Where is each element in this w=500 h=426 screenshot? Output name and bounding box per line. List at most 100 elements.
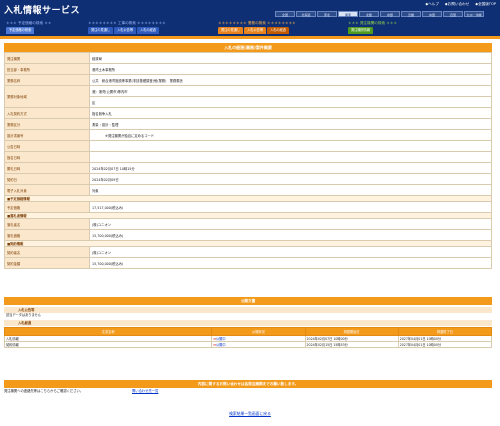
field-label: 電子入札対象 [4, 184, 90, 196]
page-title: 入札の経過(業務)案件概要 [4, 43, 492, 52]
column-header: 掲載開始日 [304, 327, 399, 336]
field-value: 指名競争入札 [89, 107, 492, 119]
region-tab-kyushu[interactable]: 九州・沖縄 [464, 11, 484, 17]
tab-service-result[interactable]: 入札の経過 [267, 27, 289, 34]
result-heading: 入札経過 [4, 320, 492, 326]
field-value: 2024年02月09日 [89, 173, 492, 185]
back-to-results: 検索結果一覧画面に戻る [0, 411, 500, 417]
nav-underline [0, 36, 500, 39]
column-header: 掲載終了日 [397, 327, 493, 336]
detail-row: 電子入札対象 対象 [4, 184, 492, 196]
field-value: 17,517,000(税込み) [89, 201, 492, 213]
region-tab-shikoku[interactable]: 四国 [443, 11, 463, 17]
field-value: 経済局 [89, 52, 492, 64]
national-top-link[interactable]: ◆全国版TOP [475, 2, 496, 7]
no-data-text: 該当データはありません [6, 313, 41, 317]
region-tab-kanto[interactable]: 関東 [338, 11, 358, 17]
tab-construction-result[interactable]: 入札の経過 [137, 27, 159, 34]
field-value: 公共 総合港湾施設等事業(非技基礎調査)他(業務) 業務委託 [89, 74, 492, 86]
detail-row: 予定価格 17,517,000(税込み) [4, 201, 492, 213]
field-label: 業務名称 [4, 74, 90, 86]
region-tab-hokkaido[interactable]: 北海道 [296, 11, 316, 17]
detail-row: 契約者名 (株)ユニオン [4, 246, 492, 258]
nav-group-agency: ＊＊＊ 発注機関の検索 ＊＊＊ 発注機関情報 [348, 20, 397, 34]
search-nav: ＊＊＊ 予定価格の検索 ＊＊ 予定価格の検索 ＊＊＊＊＊＊＊＊ 工事の検索 ＊＊… [0, 18, 500, 36]
field-label: 業務対象地域 [4, 85, 90, 108]
documents-table: 文書名称 公開状況 掲載開始日 掲載終了日 入札情報 ⊟公開中 2024年02月… [3, 327, 493, 348]
tab-construction-outlook[interactable]: 発注の見通し [88, 27, 114, 34]
help-link[interactable]: ◆ヘルプ [425, 2, 439, 7]
contact-link[interactable]: ◆お問い合わせ [445, 2, 469, 7]
public-docs-title: 公開文書 [4, 297, 492, 305]
tab-service-outlook[interactable]: 発注の見通し [218, 27, 244, 34]
region-tab-chugoku[interactable]: 中国 [422, 11, 442, 17]
contact-title: 内容に関するお問い合わせは各発注機関までお願い致します。 [4, 380, 492, 388]
detail-row: 落札者名 (株)ユニオン [4, 218, 492, 230]
field-label: 業務区分 [4, 118, 90, 130]
tab-price-search[interactable]: 予定価格の検索 [6, 27, 35, 34]
field-label: 発注機関 [4, 52, 90, 64]
column-header: 文書名称 [3, 327, 213, 336]
field-value: 対象 [89, 184, 492, 196]
field-value: 15,700,000(税込み) [89, 257, 492, 269]
nav-group-title: ＊＊＊ 発注機関の検索 ＊＊＊ [348, 21, 398, 25]
nav-group-title: ＊＊＊ 予定価格の検索 ＊＊ [6, 21, 52, 25]
field-label: 入札契約方式 [4, 107, 90, 119]
detail-row: 設計書番号 ※発注機関が独自に定めるコード [4, 129, 492, 141]
field-label: 設計書番号 [4, 129, 90, 141]
field-value: (株)ユニオン [89, 246, 492, 258]
public-docs-section: 公開文書 入札公告等 該当データはありません 入札経過 文書名称 公開状況 掲載… [3, 297, 493, 348]
detail-row: 契約金額 15,700,000(税込み) [4, 257, 492, 269]
detail-row: 発注機関 経済局 [4, 52, 492, 64]
field-label: 開札日時 [4, 162, 90, 174]
nav-group-service: ＊＊＊＊＊＊＊＊ 業務の検索 ＊＊＊＊＊＊＊＊ 発注の見通し 入札公告等 入札の… [218, 20, 296, 34]
region-tab-hokuriku[interactable]: 北陸 [359, 11, 379, 17]
field-label: 担当部・事務所 [4, 63, 90, 75]
detail-row: 開札日時 2024年02月07日 10時15分 [4, 162, 492, 174]
contact-text: 発注機関への連絡先等はこちらからご確認ください。 [4, 389, 84, 393]
detail-row: 指名日時 [4, 151, 492, 163]
table-row: 契約情報 ⊟公開中 2024年02月15日 15時53分 2027年04月01日… [3, 341, 493, 348]
region-tab-chubu[interactable]: 中部 [380, 11, 400, 17]
top-header: 入札情報サービス ◆ヘルプ ◆お問い合わせ ◆全国版TOP 全国 北海道 東北 … [0, 0, 500, 18]
site-logo[interactable]: 入札情報サービス [4, 3, 80, 16]
field-value: 15,700,000(税込み) [89, 229, 492, 241]
detail-table: 発注機関 経済局 担当部・事務所 港湾土木事務所 業務名称 公共 総合港湾施設等事業(非技… [4, 52, 492, 269]
field-label: 契約者名 [4, 246, 90, 258]
contact-section: 内容に関するお問い合わせは各発注機関までお願い致します。 発注機関への連絡先等は… [4, 380, 492, 395]
nav-group-title: ＊＊＊＊＊＊＊＊ 工事の検索 ＊＊＊＊＊＊＊＊ [88, 21, 166, 25]
field-label: 落札者名 [4, 218, 90, 230]
field-value [89, 151, 492, 163]
detail-row: 担当部・事務所 港湾土木事務所 [4, 63, 492, 75]
tab-construction-notice[interactable]: 入札公告等 [114, 27, 137, 34]
detail-row: 業務対象地域 港）港湾(公開市)等内市 [4, 85, 492, 108]
detail-row: 業務区分 測量・設計・監理 [4, 118, 492, 130]
contact-list-link[interactable]: 問い合わせ先一覧 [132, 388, 158, 395]
tab-service-notice[interactable]: 入札公告等 [244, 27, 267, 34]
detail-panel: 入札の経過(業務)案件概要 発注機関 経済局 担当部・事務所 港湾土木事務所 業務名称公… [4, 43, 492, 269]
field-value: 区 [89, 96, 492, 108]
back-to-results-link[interactable]: 検索結果一覧画面に戻る [229, 411, 271, 416]
field-value: ※発注機関が独自に定めるコード [89, 129, 492, 141]
field-label: 予定価格 [4, 201, 90, 213]
column-header: 公開状況 [211, 327, 306, 336]
region-tab-zenkoku[interactable]: 全国 [275, 11, 295, 17]
region-tab-tohoku[interactable]: 東北 [317, 11, 337, 17]
field-label: 公告日時 [4, 140, 90, 152]
field-value: 港湾土木事務所 [89, 63, 492, 75]
field-value: 港）港湾(公開市)等内市 [89, 85, 492, 97]
doc-status-link[interactable]: ⊟公開中 [211, 341, 306, 348]
region-tab-kinki[interactable]: 近畿 [401, 11, 421, 17]
doc-start-date: 2024年02月15日 15時53分 [304, 341, 399, 348]
field-value: 2024年02月07日 10時15分 [89, 162, 492, 174]
field-value [89, 140, 492, 152]
tab-agency-info[interactable]: 発注機関情報 [348, 27, 374, 34]
detail-row: 公告日時 [4, 140, 492, 152]
field-label: 指名日時 [4, 151, 90, 163]
region-tabs: 全国 北海道 東北 関東 北陸 中部 近畿 中国 四国 九州・沖縄 [275, 11, 484, 17]
nav-group-price: ＊＊＊ 予定価格の検索 ＊＊ 予定価格の検索 [6, 20, 51, 34]
doc-name: 契約情報 [3, 341, 213, 348]
contact-row: 発注機関への連絡先等はこちらからご確認ください。 問い合わせ先一覧 [4, 388, 492, 395]
field-label: 落札価格 [4, 229, 90, 241]
doc-end-date: 2027年04月01日 10時00分 [397, 341, 493, 348]
